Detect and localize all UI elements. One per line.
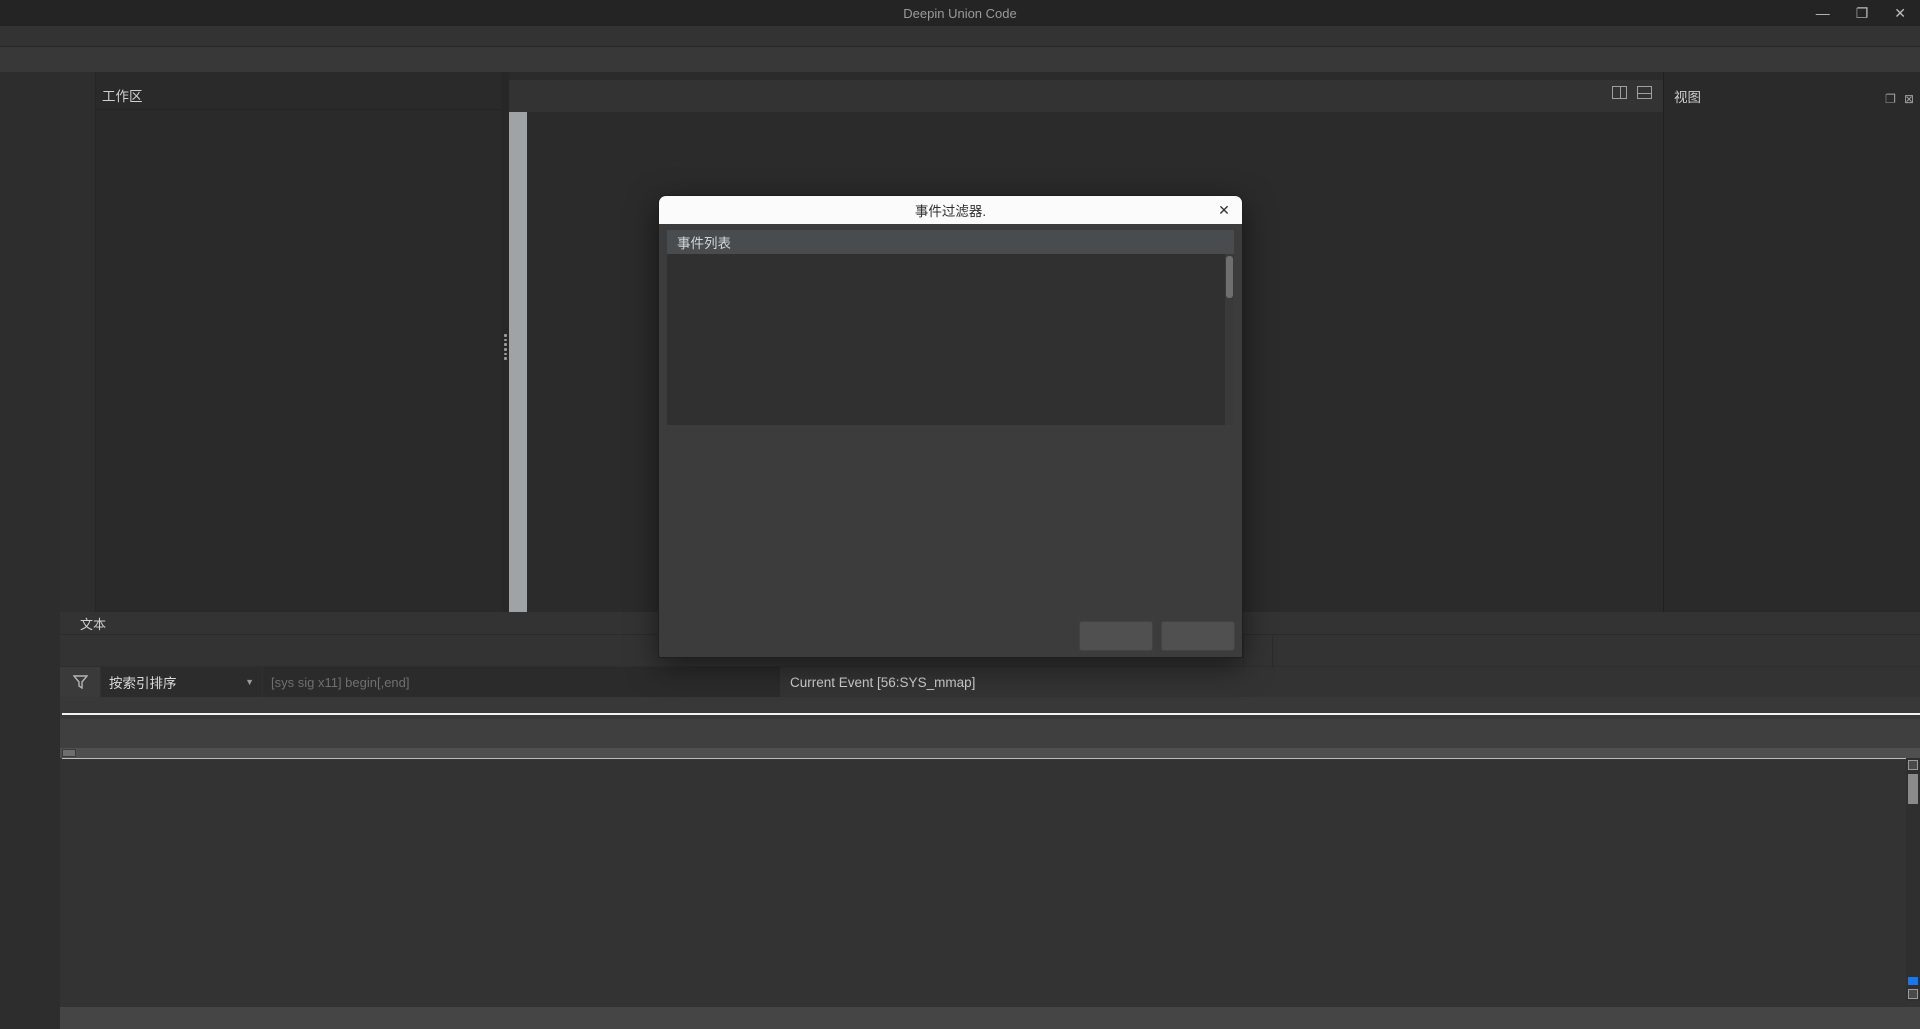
dialog-close-icon[interactable]: ✕ <box>1216 202 1232 218</box>
scroll-selection-mark <box>1908 977 1918 985</box>
main-toolbar <box>0 47 1920 72</box>
current-event-label: Current Event [56:SYS_mmap] <box>780 667 1920 697</box>
float-panel-icon[interactable]: ❐ <box>1885 92 1896 106</box>
split-horizontal-icon[interactable] <box>1637 86 1652 99</box>
syscall-filter-list <box>667 254 1234 425</box>
close-icon[interactable]: ✕ <box>1894 5 1906 22</box>
chevron-down-icon: ▼ <box>245 677 254 687</box>
window-titlebar: Deepin Union Code — ❐ ✕ <box>0 0 1920 26</box>
workspace-title: 工作区 <box>96 72 501 110</box>
tab-valgrind[interactable] <box>1243 634 1273 666</box>
scroll-up-icon[interactable] <box>1908 760 1918 770</box>
close-panel-icon[interactable]: ⊠ <box>1904 92 1914 106</box>
project-tree <box>96 112 501 612</box>
event-filter-dialog: 事件过滤器. ✕ 事件列表 <box>658 195 1243 658</box>
view-panel: 视图 ❐ ⊠ <box>1663 72 1920 612</box>
hscrollbar-handle[interactable] <box>62 749 76 757</box>
dialog-section-header: 事件列表 <box>667 230 1234 254</box>
splitter-handle-icon[interactable] <box>503 334 507 360</box>
bottom-hscrollbar[interactable] <box>60 1007 1920 1029</box>
timeline-search-input[interactable]: [sys sig x11] begin[,end] <box>262 667 780 697</box>
editor-tabbar <box>509 80 1663 112</box>
editor-gutter[interactable] <box>509 112 527 612</box>
sort-dropdown[interactable]: 按索引排序 ▼ <box>100 667 262 697</box>
dialog-list-scrollbar[interactable] <box>1225 254 1234 425</box>
event-table-vscrollbar[interactable] <box>1906 758 1920 1001</box>
restore-icon[interactable]: ❐ <box>1856 5 1869 22</box>
ok-button[interactable] <box>1079 621 1153 651</box>
event-table <box>62 758 1906 759</box>
activity-bar <box>0 72 60 1029</box>
cancel-button[interactable] <box>1161 621 1235 651</box>
timeline-toolbar: 按索引排序 ▼ [sys sig x11] begin[,end] Curren… <box>60 666 1920 697</box>
editor-split-controls <box>1612 86 1652 99</box>
timeline-ruler <box>60 697 1920 719</box>
vscrollbar-thumb[interactable] <box>1908 774 1918 804</box>
timeline-hscrollbar[interactable] <box>60 748 1920 758</box>
view-panel-title: 视图 <box>1674 86 1701 106</box>
timeline-band[interactable] <box>60 719 1920 748</box>
workspace-panel: 工作区 <box>96 72 501 612</box>
menubar <box>0 26 1920 47</box>
bottom-panel: 文本 按索引排序 ▼ [sys sig x11] begin[,end] Cur… <box>60 612 1920 1029</box>
dialog-title: 事件过滤器. <box>915 200 986 220</box>
window-title: Deepin Union Code <box>903 6 1016 21</box>
app-window: Deepin Union Code — ❐ ✕ 工作区 视图 ❐ <box>0 0 1920 1029</box>
filter-funnel-icon[interactable] <box>60 667 100 697</box>
workspace-vertical-tabs <box>60 72 96 612</box>
split-vertical-icon[interactable] <box>1612 86 1627 99</box>
minimize-icon[interactable]: — <box>1816 5 1830 21</box>
scroll-down-icon[interactable] <box>1908 989 1918 999</box>
